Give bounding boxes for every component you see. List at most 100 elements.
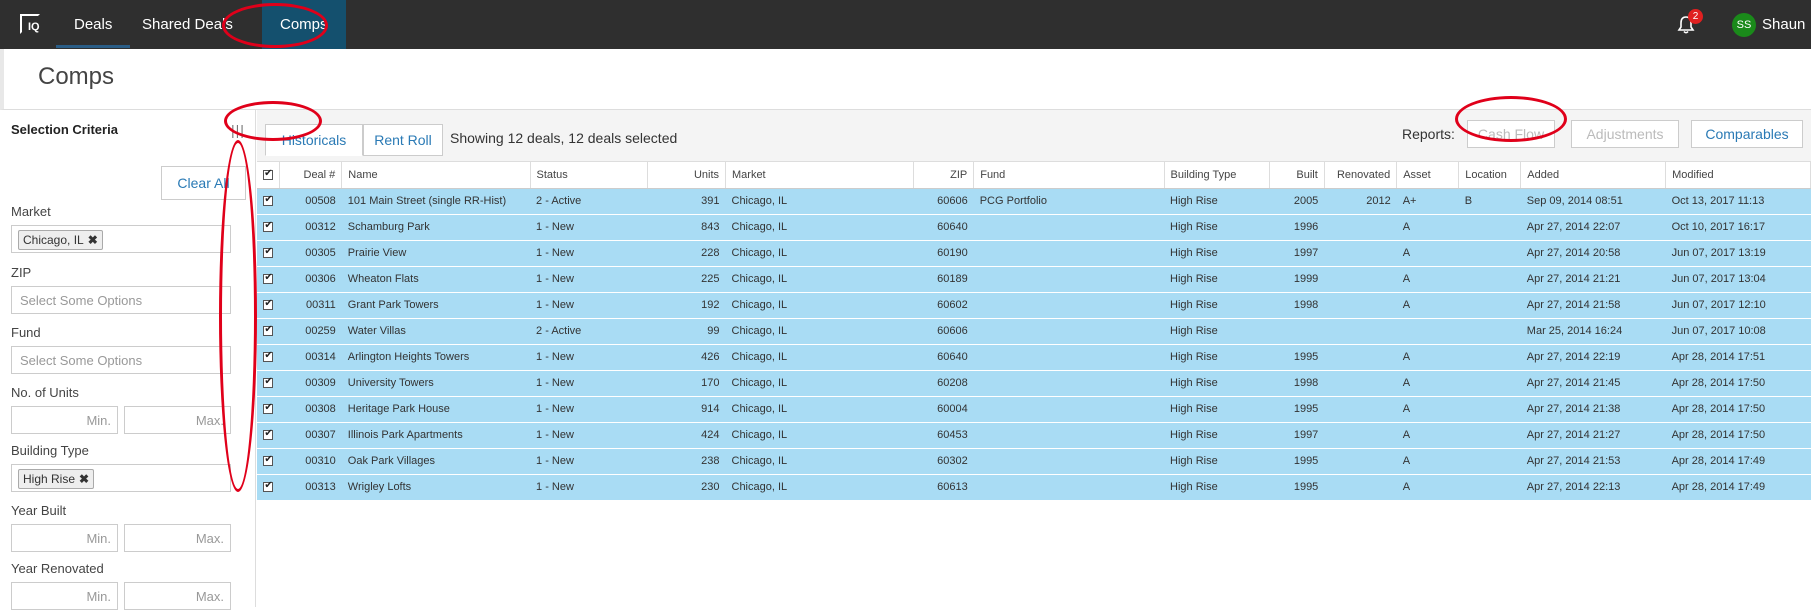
- table-row[interactable]: 00307Illinois Park Apartments1 - New424C…: [257, 422, 1811, 449]
- table-cell: [1458, 318, 1521, 345]
- table-cell: [1324, 448, 1397, 475]
- table-cell: [1324, 370, 1397, 397]
- table-cell: A: [1396, 344, 1459, 371]
- table-cell: Illinois Park Apartments: [341, 422, 531, 449]
- col-asset[interactable]: Asset: [1396, 162, 1460, 189]
- user-name[interactable]: Shaun: [1762, 0, 1805, 49]
- col-modified[interactable]: Modified: [1665, 162, 1811, 189]
- market-select[interactable]: Chicago, IL ✖: [11, 225, 231, 253]
- cash-flow-button[interactable]: Cash Flow: [1467, 120, 1555, 148]
- col-built[interactable]: Built: [1269, 162, 1325, 189]
- panel-collapse-icon[interactable]: |||: [231, 122, 249, 138]
- row-checkbox[interactable]: [257, 344, 280, 371]
- table-cell: 238: [647, 448, 726, 475]
- table-cell: Chicago, IL: [725, 318, 914, 345]
- table-row[interactable]: 00309University Towers1 - New170Chicago,…: [257, 370, 1811, 397]
- units-max-input[interactable]: Max.: [124, 406, 231, 434]
- col-deal-number[interactable]: Deal #: [279, 162, 343, 189]
- year-renovated-max-input[interactable]: Max.: [124, 582, 231, 610]
- row-checkbox[interactable]: [257, 448, 280, 475]
- fund-select[interactable]: Select Some Options: [11, 346, 231, 374]
- table-cell: High Rise: [1164, 188, 1270, 215]
- table-row[interactable]: 00311Grant Park Towers1 - New192Chicago,…: [257, 292, 1811, 319]
- col-renovated[interactable]: Renovated: [1324, 162, 1398, 189]
- col-name[interactable]: Name: [341, 162, 531, 189]
- table-row[interactable]: 00305Prairie View1 - New228Chicago, IL60…: [257, 240, 1811, 267]
- nav-deals[interactable]: Deals: [56, 0, 131, 49]
- table-cell: Apr 27, 2014 22:07: [1520, 214, 1666, 241]
- avatar[interactable]: SS: [1732, 13, 1756, 37]
- nav-comps[interactable]: Comps: [262, 0, 346, 49]
- row-checkbox[interactable]: [257, 240, 280, 267]
- row-checkbox[interactable]: [257, 370, 280, 397]
- selection-summary: Showing 12 deals, 12 deals selected: [450, 130, 678, 146]
- col-location[interactable]: Location: [1458, 162, 1522, 189]
- table-cell: 1996: [1269, 214, 1325, 241]
- table-cell: A: [1396, 370, 1459, 397]
- col-market[interactable]: Market: [725, 162, 915, 189]
- row-checkbox[interactable]: [257, 396, 280, 423]
- table-cell: Heritage Park House: [341, 396, 531, 423]
- table-row[interactable]: 00306Wheaton Flats1 - New225Chicago, IL6…: [257, 266, 1811, 293]
- tab-historicals[interactable]: Historicals: [265, 124, 363, 156]
- comparables-button[interactable]: Comparables: [1691, 120, 1803, 148]
- table-row[interactable]: 00259Water Villas2 - Active99Chicago, IL…: [257, 318, 1811, 345]
- row-checkbox[interactable]: [257, 266, 280, 293]
- building-type-tag: High Rise ✖: [18, 469, 95, 489]
- select-all-checkbox[interactable]: [257, 162, 281, 189]
- table-cell: Mar 25, 2014 16:24: [1520, 318, 1666, 345]
- table-cell: Chicago, IL: [725, 266, 914, 293]
- building-type-select[interactable]: High Rise ✖: [11, 464, 231, 492]
- table-cell: [973, 370, 1165, 397]
- clear-all-button[interactable]: Clear All: [161, 166, 246, 200]
- table-cell: [1324, 422, 1397, 449]
- year-built-max-input[interactable]: Max.: [124, 524, 231, 552]
- row-checkbox[interactable]: [257, 474, 280, 501]
- col-units[interactable]: Units: [647, 162, 726, 189]
- table-cell: 60640: [913, 214, 974, 241]
- table-cell: 1995: [1269, 344, 1325, 371]
- col-fund[interactable]: Fund: [973, 162, 1165, 189]
- tab-rent-roll[interactable]: Rent Roll: [363, 124, 443, 156]
- table-row[interactable]: 00308Heritage Park House1 - New914Chicag…: [257, 396, 1811, 423]
- adjustments-button[interactable]: Adjustments: [1571, 120, 1679, 148]
- table-cell: Apr 27, 2014 20:58: [1520, 240, 1666, 267]
- table-cell: [1458, 344, 1521, 371]
- remove-tag-icon[interactable]: ✖: [88, 233, 98, 247]
- table-cell: 60189: [913, 266, 974, 293]
- row-checkbox[interactable]: [257, 188, 280, 215]
- table-cell: 00312: [279, 214, 342, 241]
- table-cell: 00310: [279, 448, 342, 475]
- table-cell: [973, 448, 1165, 475]
- table-row[interactable]: 00508101 Main Street (single RR-Hist)2 -…: [257, 188, 1811, 215]
- table-row[interactable]: 00314Arlington Heights Towers1 - New426C…: [257, 344, 1811, 371]
- row-checkbox[interactable]: [257, 214, 280, 241]
- year-built-min-input[interactable]: Min.: [11, 524, 118, 552]
- table-cell: 1995: [1269, 396, 1325, 423]
- col-status[interactable]: Status: [530, 162, 649, 189]
- table-cell: 60190: [913, 240, 974, 267]
- table-row[interactable]: 00312Schamburg Park1 - New843Chicago, IL…: [257, 214, 1811, 241]
- top-navbar: IQ Deals Shared Deals Comps 2 SS Shaun: [0, 0, 1811, 49]
- table-cell: [1324, 240, 1397, 267]
- units-min-input[interactable]: Min.: [11, 406, 118, 434]
- zip-select[interactable]: Select Some Options: [11, 286, 231, 314]
- nav-shared-deals[interactable]: Shared Deals: [124, 0, 251, 49]
- table-cell: A: [1396, 292, 1459, 319]
- year-renovated-min-input[interactable]: Min.: [11, 582, 118, 610]
- notification-badge: 2: [1688, 9, 1703, 24]
- table-row[interactable]: 00310Oak Park Villages1 - New238Chicago,…: [257, 448, 1811, 475]
- row-checkbox[interactable]: [257, 318, 280, 345]
- row-checkbox[interactable]: [257, 292, 280, 319]
- table-cell: 60606: [913, 188, 974, 215]
- col-zip[interactable]: ZIP: [913, 162, 975, 189]
- table-cell: [1324, 344, 1397, 371]
- table-row[interactable]: 00313Wrigley Lofts1 - New230Chicago, IL6…: [257, 474, 1811, 501]
- table-cell: 1 - New: [530, 240, 648, 267]
- col-building-type[interactable]: Building Type: [1164, 162, 1271, 189]
- row-checkbox[interactable]: [257, 422, 280, 449]
- remove-tag-icon[interactable]: ✖: [79, 472, 89, 486]
- app-logo-icon[interactable]: IQ: [20, 14, 42, 36]
- col-added[interactable]: Added: [1520, 162, 1667, 189]
- table-cell: Apr 28, 2014 17:50: [1665, 370, 1811, 397]
